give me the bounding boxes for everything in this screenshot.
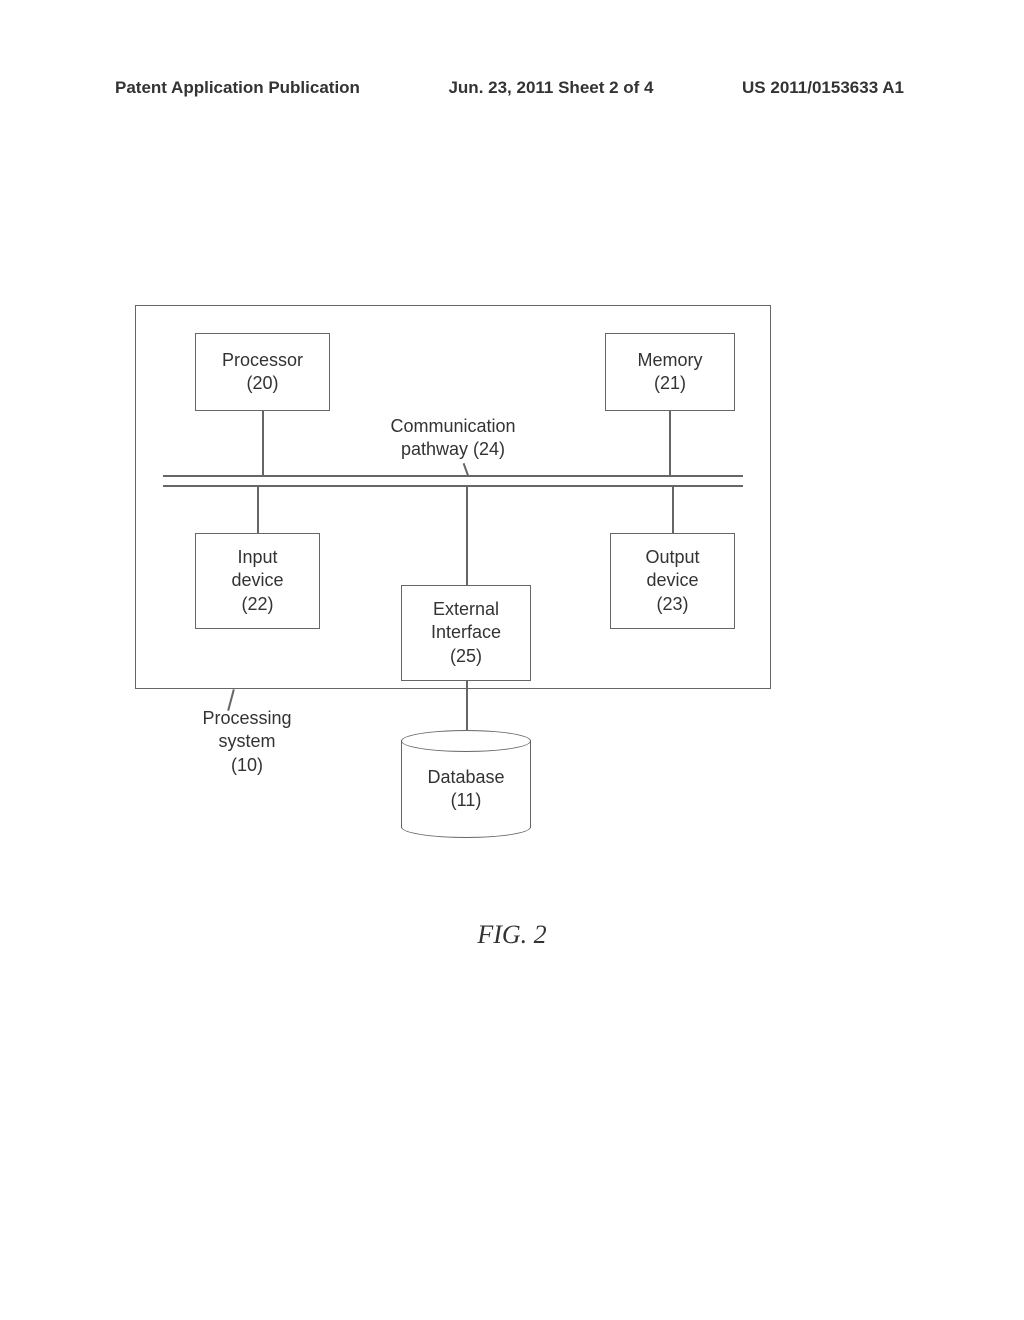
database-label: Database [427,767,504,787]
processing-system-label: Processing system (10) [177,707,317,777]
comm-label-line1: Communication [390,416,515,436]
memory-label: Memory [637,349,702,372]
output-label: Output [645,546,699,569]
external-connector [466,485,468,585]
database-cylinder: Database (11) [401,730,531,830]
cylinder-bottom [401,816,531,838]
output-ref: (23) [656,593,688,616]
figure-label: FIG. 2 [0,920,1024,950]
input-box: Input device (22) [195,533,320,629]
output-connector [672,485,674,533]
header-right: US 2011/0153633 A1 [742,78,904,98]
bus-line-top [163,475,743,477]
proc-sys-line2: system [218,731,275,751]
processor-connector [262,411,264,476]
proc-sys-line1: Processing [202,708,291,728]
bus-line-bottom [163,485,743,487]
memory-ref: (21) [654,372,686,395]
output-box: Output device (23) [610,533,735,629]
memory-box: Memory (21) [605,333,735,411]
comm-pathway-label: Communication pathway (24) [363,415,543,462]
diagram: Processor (20) Memory (21) Input device … [135,305,771,725]
header-center: Jun. 23, 2011 Sheet 2 of 4 [448,78,653,98]
header-left: Patent Application Publication [115,78,360,98]
processor-label: Processor [222,349,303,372]
external-label: External [433,598,499,621]
cylinder-top [401,730,531,752]
comm-label-line2: pathway (24) [401,439,505,459]
proc-sys-ref: (10) [231,755,263,775]
database-connector [466,681,468,731]
processor-ref: (20) [246,372,278,395]
memory-connector [669,411,671,476]
output-label2: device [646,569,698,592]
input-connector [257,485,259,533]
input-label2: device [231,569,283,592]
database-label-group: Database (11) [401,766,531,813]
external-ref: (25) [450,645,482,668]
external-interface-box: External Interface (25) [401,585,531,681]
external-label2: Interface [431,621,501,644]
database-ref: (11) [451,790,482,810]
processor-box: Processor (20) [195,333,330,411]
input-ref: (22) [241,593,273,616]
page-header: Patent Application Publication Jun. 23, … [0,78,1024,98]
input-label: Input [237,546,277,569]
